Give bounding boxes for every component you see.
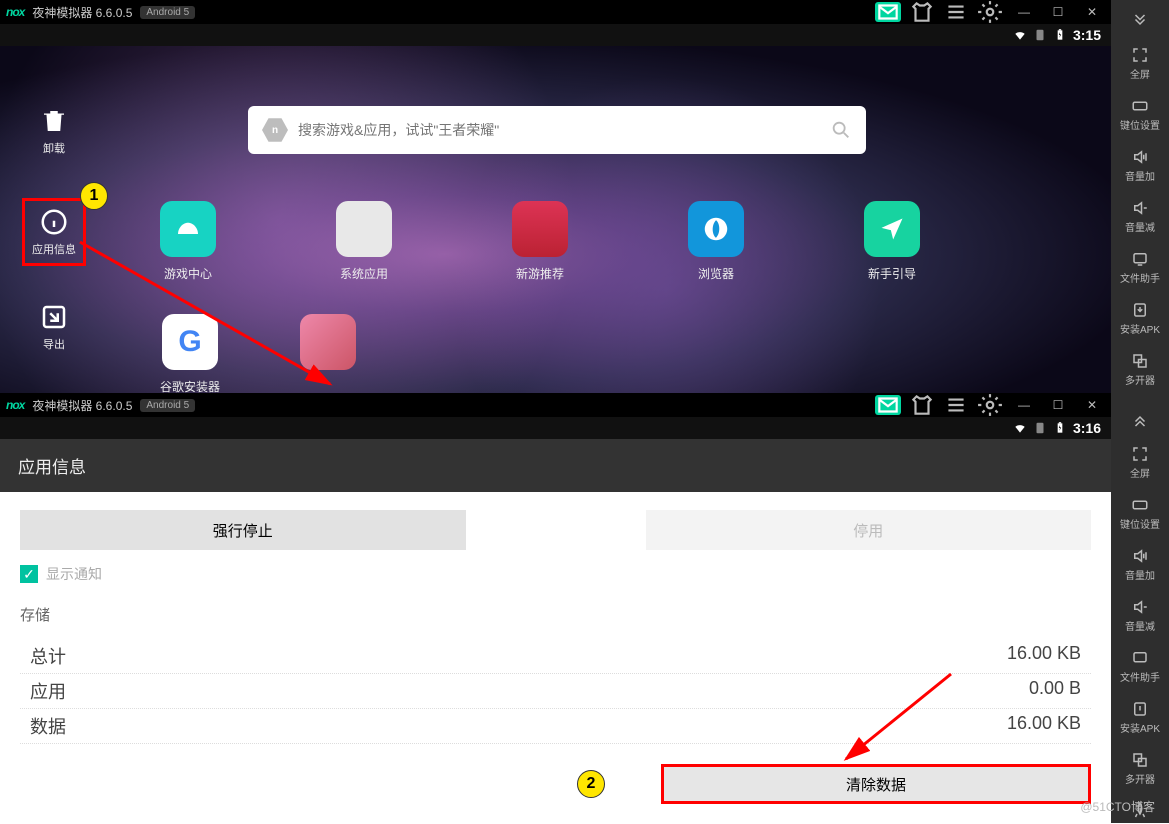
appinfo-screen: 应用信息 强行停止 停用 ✓ 显示通知 存储 总计16.00 KB 应用0.00…	[0, 439, 1111, 823]
app-label: 游戏中心	[164, 265, 212, 282]
side-export[interactable]: 导出	[22, 302, 86, 352]
trash-icon	[39, 106, 69, 136]
rtool-multi[interactable]: 多开器	[1115, 348, 1165, 391]
side-uninstall[interactable]: 卸载	[22, 106, 86, 156]
show-notifications-checkbox[interactable]: ✓ 显示通知	[20, 564, 1091, 584]
rtool-volup[interactable]: 音量加	[1115, 144, 1165, 187]
settings-icon[interactable]	[977, 2, 1003, 22]
app-system[interactable]: 系统应用	[336, 201, 392, 282]
check-icon: ✓	[20, 565, 38, 583]
rtool-voldown[interactable]: 音量减	[1115, 195, 1165, 238]
titlebar-1: nox 夜神模拟器 6.6.0.5 Android 5 — ☐ ✕	[0, 0, 1111, 24]
app-label: 谷歌安装器	[160, 378, 220, 393]
annotation-badge-2: 2	[577, 770, 605, 798]
side-label: 卸载	[43, 140, 65, 156]
side-appinfo[interactable]: 应用信息	[22, 198, 86, 266]
nox-logo: nox	[6, 5, 24, 19]
storage-header: 存储	[20, 604, 1091, 625]
storage-app-row: 应用0.00 B	[20, 674, 1091, 709]
minimize-icon[interactable]: —	[1011, 2, 1037, 22]
maximize-icon[interactable]: ☐	[1045, 2, 1071, 22]
app-label: 系统应用	[340, 265, 388, 282]
android-statusbar-1: 3:15	[0, 24, 1111, 46]
app-google-installer[interactable]: G谷歌安装器	[160, 314, 220, 393]
mail-icon[interactable]	[875, 2, 901, 22]
rtool-filehelper[interactable]: 文件助手	[1115, 246, 1165, 289]
rtool-keymap[interactable]: 键位设置	[1115, 93, 1165, 136]
rtool-installapk[interactable]: 安装APK	[1115, 297, 1165, 340]
app-label: 新游推荐	[516, 265, 564, 282]
rtool-voldown-2[interactable]: 音量减	[1115, 594, 1165, 637]
home-screen: 1 卸载 应用信息 导出 n 游戏中心 系统应用 新游推荐	[0, 46, 1111, 393]
app-title: 夜神模拟器 6.6.0.5	[32, 4, 132, 21]
watermark: @51CTO博客	[1080, 798, 1155, 815]
info-icon	[39, 207, 69, 237]
close-icon[interactable]: ✕	[1079, 2, 1105, 22]
minimize-icon[interactable]: —	[1011, 395, 1037, 415]
app-label: 浏览器	[698, 265, 734, 282]
search-input[interactable]	[298, 122, 820, 138]
app-game-unknown[interactable]	[300, 314, 356, 393]
rtool-collapse[interactable]	[1115, 8, 1165, 34]
nox-hex-icon: n	[262, 117, 288, 143]
wifi-icon	[1013, 421, 1027, 435]
app-row-1: 游戏中心 系统应用 新游推荐 浏览器 新手引导	[160, 201, 1071, 282]
emulator-right-toolbar: 全屏 键位设置 音量加 音量减 文件助手 安装APK 多开器 全屏 键位设置 音…	[1111, 0, 1169, 823]
storage-data-row: 数据16.00 KB	[20, 709, 1091, 744]
sim-icon	[1033, 421, 1047, 435]
mail-icon[interactable]	[875, 395, 901, 415]
platform-tag: Android 5	[140, 399, 195, 412]
clock: 3:15	[1073, 27, 1101, 43]
rtool-filehelper-2[interactable]: 文件助手	[1115, 645, 1165, 688]
settings-icon[interactable]	[977, 395, 1003, 415]
sim-icon	[1033, 28, 1047, 42]
maximize-icon[interactable]: ☐	[1045, 395, 1071, 415]
app-label: 新手引导	[868, 265, 916, 282]
battery-icon	[1053, 421, 1067, 435]
rtool-fullscreen[interactable]: 全屏	[1115, 42, 1165, 85]
search-bar[interactable]: n	[248, 106, 866, 154]
titlebar-2: nox 夜神模拟器 6.6.0.5 Android 5 — ☐ ✕	[0, 393, 1111, 417]
wifi-icon	[1013, 28, 1027, 42]
storage-total-row: 总计16.00 KB	[20, 639, 1091, 674]
side-label: 导出	[43, 336, 65, 352]
clear-data-button[interactable]: 清除数据	[661, 764, 1091, 804]
app-newgames[interactable]: 新游推荐	[512, 201, 568, 282]
app-guide[interactable]: 新手引导	[864, 201, 920, 282]
disable-button[interactable]: 停用	[646, 510, 1092, 550]
annotation-badge-1: 1	[80, 182, 108, 210]
menu-icon[interactable]	[943, 395, 969, 415]
android-statusbar-2: 3:16	[0, 417, 1111, 439]
rtool-volup-2[interactable]: 音量加	[1115, 543, 1165, 586]
nox-logo: nox	[6, 398, 24, 412]
rtool-collapse-2[interactable]	[1115, 407, 1165, 433]
menu-icon[interactable]	[943, 2, 969, 22]
rtool-multi-2[interactable]: 多开器	[1115, 747, 1165, 790]
tshirt-icon[interactable]	[909, 2, 935, 22]
app-browser[interactable]: 浏览器	[688, 201, 744, 282]
tshirt-icon[interactable]	[909, 395, 935, 415]
search-icon[interactable]	[830, 119, 852, 141]
clock: 3:16	[1073, 420, 1101, 436]
app-gamecenter[interactable]: 游戏中心	[160, 201, 216, 282]
app-row-2: G谷歌安装器	[160, 314, 1071, 393]
force-stop-button[interactable]: 强行停止	[20, 510, 466, 550]
checkbox-label: 显示通知	[46, 564, 102, 584]
rtool-fullscreen-2[interactable]: 全屏	[1115, 441, 1165, 484]
platform-tag: Android 5	[140, 6, 195, 19]
rtool-keymap-2[interactable]: 键位设置	[1115, 492, 1165, 535]
app-title: 夜神模拟器 6.6.0.5	[32, 397, 132, 414]
apk-export-icon	[39, 302, 69, 332]
appinfo-title: 应用信息	[0, 439, 1111, 492]
close-icon[interactable]: ✕	[1079, 395, 1105, 415]
side-label: 应用信息	[32, 241, 76, 257]
battery-icon	[1053, 28, 1067, 42]
rtool-installapk-2[interactable]: 安装APK	[1115, 696, 1165, 739]
